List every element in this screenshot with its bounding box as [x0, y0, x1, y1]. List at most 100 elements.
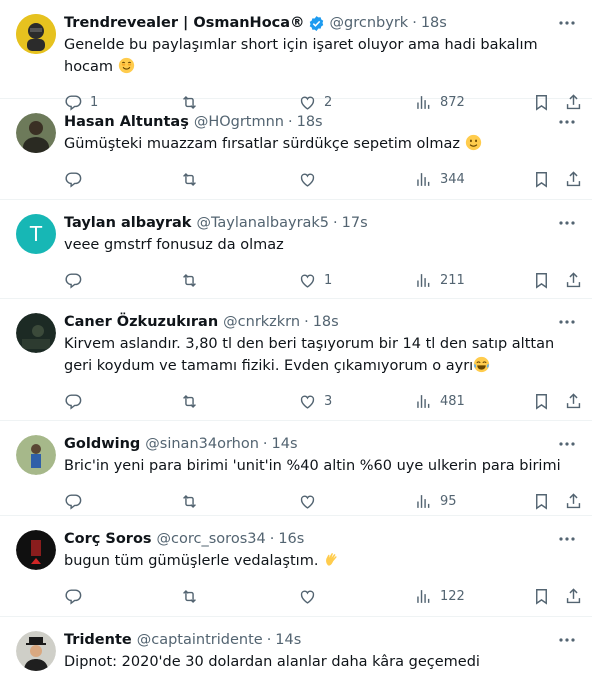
- reply-icon: [65, 493, 82, 510]
- share-button[interactable]: [564, 268, 583, 292]
- display-name[interactable]: Taylan albayrak: [64, 215, 191, 231]
- reply-button[interactable]: [64, 489, 90, 513]
- share-button[interactable]: [564, 167, 583, 191]
- avatar[interactable]: [16, 14, 56, 54]
- tweet[interactable]: Corç Soros @corc_soros34 · 16s bugun tüm…: [0, 516, 592, 617]
- handle[interactable]: @grcnbyrk: [330, 15, 409, 31]
- like-button[interactable]: [298, 167, 324, 191]
- handle[interactable]: @cnrkzkrn: [223, 314, 300, 330]
- display-name[interactable]: Hasan Altuntaş: [64, 114, 189, 130]
- reply-button[interactable]: [64, 584, 90, 608]
- reply-button[interactable]: [64, 167, 90, 191]
- like-button[interactable]: 3: [298, 389, 332, 413]
- share-button[interactable]: [564, 584, 583, 608]
- display-name[interactable]: Trendrevealer | OsmanHoca®: [64, 15, 305, 31]
- timestamp[interactable]: 18s: [313, 314, 339, 330]
- share-button[interactable]: [564, 489, 583, 513]
- tweet-header: Trendrevealer | OsmanHoca® @grcnbyrk · 1…: [64, 12, 576, 34]
- tweet[interactable]: Goldwing @sinan34orhon · 14s Bric'in yen…: [0, 421, 592, 516]
- handle[interactable]: @HOgrtmnn: [194, 114, 284, 130]
- tweet[interactable]: Tridente @captaintridente · 14s Dipnot: …: [0, 617, 592, 676]
- tweet-actions: 3 481: [64, 385, 581, 419]
- bookmark-button[interactable]: [532, 268, 551, 292]
- more-icon: [559, 120, 575, 124]
- timeline-feed: Trendrevealer | OsmanHoca® @grcnbyrk · 1…: [0, 0, 592, 676]
- avatar[interactable]: [16, 631, 56, 671]
- bookmark-button[interactable]: [532, 489, 551, 513]
- display-name[interactable]: Goldwing: [64, 436, 140, 452]
- retweet-icon: [183, 589, 196, 603]
- analytics-icon: [417, 589, 430, 603]
- retweet-button[interactable]: [180, 389, 206, 413]
- separator-dot: ·: [412, 15, 417, 31]
- tweet-header: Taylan albayrak @Taylanalbayrak5 · 17s: [64, 212, 576, 234]
- heart-icon: [300, 274, 315, 288]
- bookmark-button[interactable]: [532, 167, 551, 191]
- share-icon: [566, 587, 581, 603]
- more-options-button[interactable]: [556, 12, 578, 34]
- tweet[interactable]: Hasan Altuntaş @HOgrtmnn · 18s Gümüşteki…: [0, 99, 592, 200]
- views-button[interactable]: 95: [414, 489, 457, 513]
- retweet-button[interactable]: [180, 268, 206, 292]
- tweet-header: Corç Soros @corc_soros34 · 16s: [64, 528, 576, 550]
- more-options-button[interactable]: [556, 433, 578, 455]
- avatar[interactable]: [16, 530, 56, 570]
- more-icon: [559, 442, 575, 446]
- retweet-button[interactable]: [180, 584, 206, 608]
- tweet-actions: 1 211: [64, 264, 581, 298]
- views-button[interactable]: 211: [414, 268, 465, 292]
- tweet[interactable]: T Taylan albayrak @Taylanalbayrak5 · 17s…: [0, 200, 592, 299]
- more-options-button[interactable]: [556, 629, 578, 651]
- separator-dot: ·: [288, 114, 293, 130]
- timestamp[interactable]: 18s: [297, 114, 323, 130]
- slightly-smiling-face-emoji: [465, 134, 482, 151]
- tweet-text-content: Gümüşteki muazzam fırsatlar sürdükçe sep…: [64, 136, 460, 152]
- reply-button[interactable]: [64, 389, 90, 413]
- views-button[interactable]: 481: [414, 389, 465, 413]
- reply-icon: [65, 272, 82, 289]
- tweet-header: Hasan Altuntaş @HOgrtmnn · 18s: [64, 111, 576, 133]
- handle[interactable]: @sinan34orhon: [145, 436, 259, 452]
- face-with-tears-of-joy-emoji: [473, 356, 490, 373]
- retweet-button[interactable]: [180, 167, 206, 191]
- handle[interactable]: @captaintridente: [137, 632, 263, 648]
- handle[interactable]: @Taylanalbayrak5: [196, 215, 329, 231]
- bookmark-icon: [536, 493, 547, 510]
- tweet[interactable]: Caner Özkuzukıran @cnrkzkrn · 18s Kirvem…: [0, 299, 592, 421]
- more-options-button[interactable]: [556, 528, 578, 550]
- avatar[interactable]: [16, 113, 56, 153]
- timestamp[interactable]: 17s: [342, 215, 368, 231]
- bookmark-button[interactable]: [532, 389, 551, 413]
- like-button[interactable]: [298, 489, 324, 513]
- reply-button[interactable]: [64, 268, 90, 292]
- timestamp[interactable]: 14s: [272, 436, 298, 452]
- views-button[interactable]: 344: [414, 167, 465, 191]
- views-button[interactable]: 122: [414, 584, 465, 608]
- display-name[interactable]: Caner Özkuzukıran: [64, 314, 218, 330]
- timestamp[interactable]: 16s: [278, 531, 304, 547]
- like-button[interactable]: 1: [298, 268, 332, 292]
- avatar[interactable]: [16, 435, 56, 475]
- more-options-button[interactable]: [556, 111, 578, 133]
- bookmark-button[interactable]: [532, 584, 551, 608]
- tweet-text: Bric'in yeni para birimi 'unit'in %40 al…: [64, 455, 576, 477]
- avatar[interactable]: T: [16, 214, 56, 254]
- analytics-icon: [417, 273, 430, 287]
- heart-icon: [300, 590, 315, 604]
- timestamp[interactable]: 14s: [275, 632, 301, 648]
- retweet-button[interactable]: [180, 489, 206, 513]
- avatar[interactable]: [16, 313, 56, 353]
- heart-icon: [300, 173, 315, 187]
- handle[interactable]: @corc_soros34: [157, 531, 266, 547]
- display-name[interactable]: Tridente: [64, 632, 132, 648]
- more-options-button[interactable]: [556, 311, 578, 333]
- display-name[interactable]: Corç Soros: [64, 531, 152, 547]
- more-options-button[interactable]: [556, 212, 578, 234]
- heart-icon: [300, 395, 315, 409]
- share-button[interactable]: [564, 389, 583, 413]
- like-button[interactable]: [298, 584, 324, 608]
- timestamp[interactable]: 18s: [421, 15, 447, 31]
- avatar-letter: T: [29, 222, 43, 246]
- tweet-text: Kirvem aslandır. 3,80 tl den beri taşıyo…: [64, 333, 576, 377]
- tweet[interactable]: Trendrevealer | OsmanHoca® @grcnbyrk · 1…: [0, 0, 592, 111]
